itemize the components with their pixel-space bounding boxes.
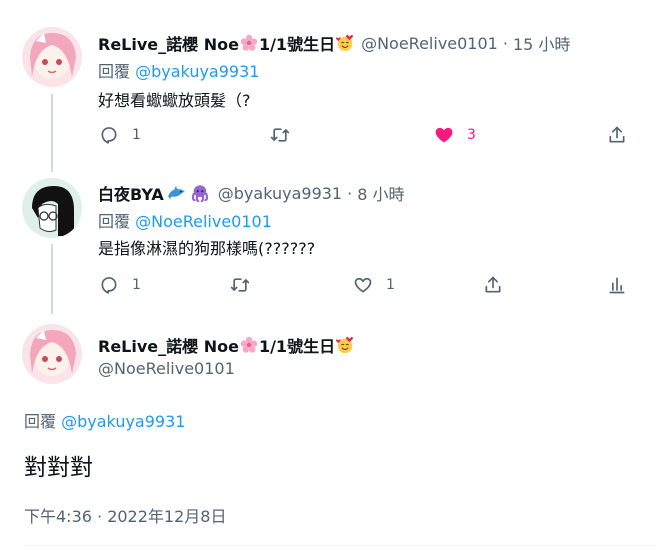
- sakura-emoji-icon: [240, 34, 258, 51]
- smiling-face-with-hearts-icon: [336, 34, 354, 52]
- tweet-1[interactable]: ReLive_諾櫻 Noe 1/1號生日 @NoeRelive0101 · 15…: [0, 0, 656, 160]
- analytics-button[interactable]: [607, 274, 627, 296]
- share-button[interactable]: [483, 274, 503, 296]
- share-icon: [485, 276, 501, 293]
- analytics-icon: [609, 277, 625, 294]
- reply-button[interactable]: 1: [99, 274, 141, 296]
- replying-label: 回覆: [24, 412, 57, 431]
- smiling-face-with-hearts-icon: [336, 336, 354, 354]
- reply-count: 1: [132, 127, 141, 143]
- divider: [24, 545, 656, 546]
- retweet-button[interactable]: [270, 124, 290, 146]
- share-icon: [609, 126, 625, 143]
- like-icon: [435, 127, 453, 143]
- tweet-text: 是指像淋濕的狗那樣嗎(??????: [98, 239, 316, 258]
- replying-to: 回覆 @NoeRelive0101: [98, 208, 272, 232]
- tweet-2[interactable]: 白夜BYA @byakuya9931 · 8 小時 回覆 @NoeRelive0…: [0, 160, 656, 310]
- like-icon: [354, 277, 372, 293]
- retweet-icon: [270, 128, 290, 142]
- reply-icon: [101, 127, 117, 144]
- like-button[interactable]: 1: [353, 274, 395, 296]
- main-tweet-text: 對對對: [24, 455, 93, 481]
- share-button[interactable]: [607, 124, 627, 146]
- tweet-text: 好想看蠍蠍放頭髮（?: [98, 91, 251, 110]
- replying-to: 回覆 @byakuya9931: [24, 408, 185, 432]
- display-name[interactable]: ReLive_諾櫻 Noe: [98, 31, 239, 55]
- replying-to-link[interactable]: @NoeRelive0101: [135, 212, 272, 231]
- avatar[interactable]: [22, 27, 82, 87]
- sakura-emoji-icon: [240, 336, 258, 353]
- display-name[interactable]: 白夜BYA: [98, 181, 164, 205]
- handle[interactable]: @NoeRelive0101: [361, 34, 498, 53]
- display-name-suffix[interactable]: 1/1號生日: [259, 333, 335, 357]
- timestamp-relative[interactable]: 15 小時: [513, 31, 570, 55]
- replying-label: 回覆: [98, 212, 131, 231]
- like-button[interactable]: 3: [434, 124, 476, 146]
- avatar[interactable]: [22, 178, 82, 238]
- dolphin-emoji-icon: [167, 185, 185, 200]
- reply-count: 1: [132, 277, 141, 293]
- reply-icon: [101, 277, 117, 294]
- display-name[interactable]: ReLive_諾櫻 Noe: [98, 333, 239, 357]
- timestamp-relative[interactable]: 8 小時: [357, 181, 404, 205]
- handle[interactable]: @NoeRelive0101: [98, 359, 235, 378]
- retweet-button[interactable]: [230, 274, 250, 296]
- like-count: 3: [467, 127, 476, 143]
- octopus-emoji-icon: [191, 185, 208, 202]
- reply-button[interactable]: 1: [99, 124, 141, 146]
- replying-label: 回覆: [98, 62, 131, 81]
- replying-to-link[interactable]: @byakuya9931: [135, 62, 259, 81]
- display-name-suffix[interactable]: 1/1號生日: [259, 31, 335, 55]
- separator: ·: [347, 183, 353, 203]
- like-count: 1: [386, 277, 395, 293]
- replying-to-link[interactable]: @byakuya9931: [61, 412, 185, 431]
- timestamp-full[interactable]: 下午4:36 · 2022年12月8日: [24, 503, 226, 527]
- handle[interactable]: @byakuya9931: [218, 184, 342, 203]
- replying-to: 回覆 @byakuya9931: [98, 58, 259, 82]
- retweet-icon: [230, 278, 250, 292]
- avatar[interactable]: [22, 324, 82, 384]
- separator: ·: [502, 33, 508, 53]
